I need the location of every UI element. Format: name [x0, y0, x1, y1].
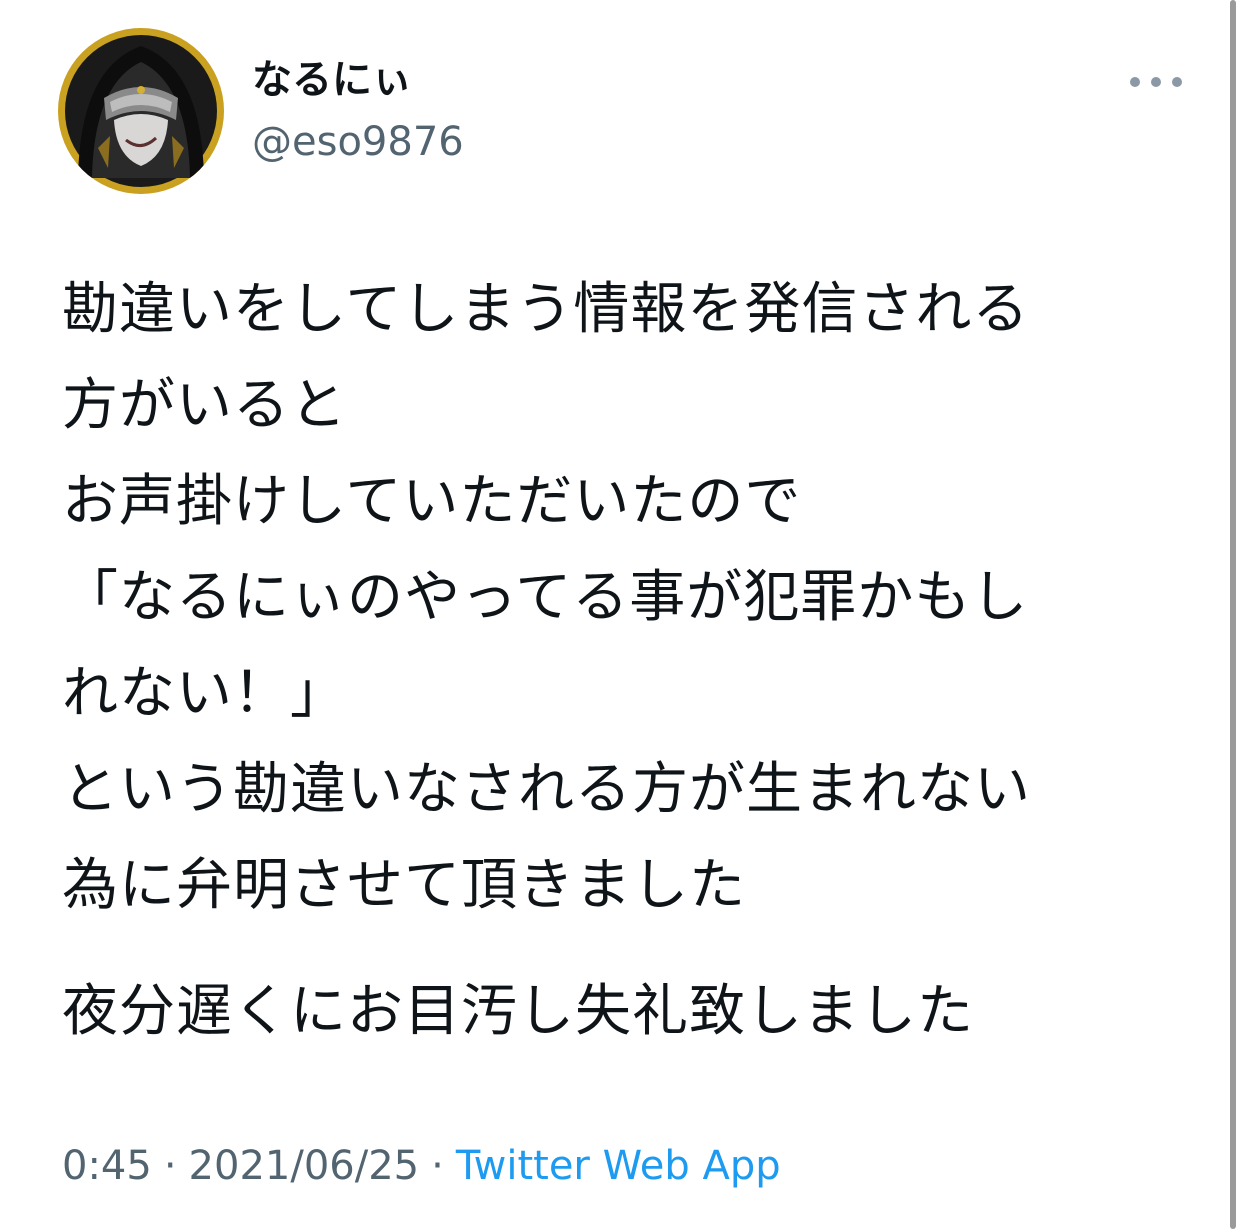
- tweet-text: 勘違いをしてしまう情報を発信される 方がいると お声掛けしていただいたので 「な…: [62, 262, 1182, 1060]
- more-options-icon[interactable]: [1130, 64, 1182, 100]
- tweet-source-link[interactable]: Twitter Web App: [456, 1143, 781, 1189]
- meta-separator: ·: [431, 1143, 444, 1189]
- tweet-text-line: 方がいると: [62, 373, 347, 438]
- more-dot: [1130, 77, 1140, 87]
- meta-separator: ·: [163, 1143, 177, 1189]
- tweet-text-line: 勘違いをしてしまう情報を発信される: [62, 277, 1030, 342]
- tweet-text-line: れない！」: [62, 661, 347, 726]
- more-dot: [1172, 77, 1182, 87]
- tweet-text-line: という勘違いなされる方が生まれない: [62, 757, 1031, 822]
- tweet-time[interactable]: 0:45: [62, 1143, 152, 1189]
- author-display-name[interactable]: なるにぃ: [252, 52, 412, 108]
- avatar-hooded-figure-icon: [65, 35, 217, 187]
- tweet-meta: 0:45 · 2021/06/25 · Twitter Web App: [62, 1138, 781, 1194]
- tweet-text-line: お声掛けしていただいたので: [62, 469, 802, 534]
- tweet-text-closing: 夜分遅くにお目汚し失礼致しました: [62, 979, 974, 1044]
- tweet-date[interactable]: 2021/06/25: [189, 1143, 420, 1189]
- tweet-text-line: 為に弁明させて頂きました: [62, 853, 746, 918]
- avatar[interactable]: [58, 28, 224, 194]
- more-dot: [1151, 77, 1161, 87]
- tweet-text-line: 「なるにぃのやってる事が犯罪かもし: [62, 565, 1029, 630]
- scrollbar[interactable]: [1230, 0, 1236, 1229]
- tweet: なるにぃ @eso9876 勘違いをしてしまう情報を発信される 方がいると お声…: [0, 0, 1226, 1229]
- author-handle[interactable]: @eso9876: [252, 114, 464, 170]
